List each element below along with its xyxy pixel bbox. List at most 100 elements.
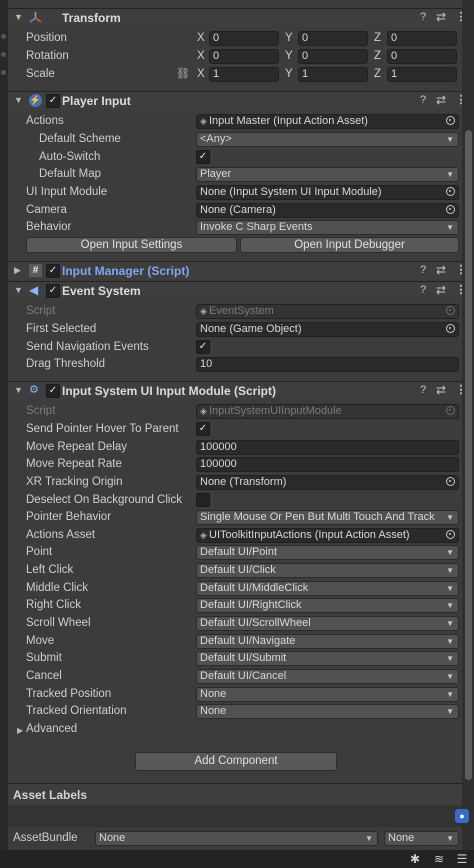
send-pointer-hover-label: Send Pointer Hover To Parent — [26, 423, 179, 435]
scrollbar-thumb[interactable] — [465, 130, 472, 780]
preset-icon[interactable]: ⇄ — [434, 383, 448, 397]
cache-server-icon[interactable]: ☰ — [455, 852, 469, 866]
component-enabled-checkbox[interactable]: ✓ — [46, 384, 60, 398]
rotation-z-label[interactable]: Z — [374, 50, 381, 62]
help-icon[interactable]: ? — [416, 93, 430, 107]
left-click-dropdown[interactable]: Default UI/Click ▼ — [196, 563, 459, 578]
first-selected-field[interactable]: None (Game Object) — [196, 322, 459, 337]
point-dropdown[interactable]: Default UI/Point ▼ — [196, 545, 459, 560]
advanced-foldout-label[interactable]: Advanced — [26, 723, 77, 735]
tracked-position-dropdown[interactable]: None ▼ — [196, 687, 459, 702]
tracked-orientation-dropdown[interactable]: None ▼ — [196, 704, 459, 719]
component-enabled-checkbox[interactable]: ✓ — [46, 284, 60, 298]
open-input-settings-button[interactable]: Open Input Settings — [26, 237, 237, 253]
foldout-arrow-icon[interactable]: ▼ — [14, 12, 23, 22]
position-y-field[interactable]: 0 — [298, 31, 368, 46]
kebab-menu-icon[interactable]: ⋮ — [454, 383, 468, 397]
scale-y-label[interactable]: Y — [285, 68, 293, 80]
scroll-wheel-dropdown[interactable]: Default UI/ScrollWheel ▼ — [196, 616, 459, 631]
ui-input-module-value: None (Input System UI Input Module) — [200, 186, 382, 198]
object-picker-icon[interactable] — [446, 530, 455, 539]
object-picker-icon[interactable] — [446, 477, 455, 486]
rotation-x-label[interactable]: X — [197, 50, 205, 62]
ui-input-module-field[interactable]: None (Input System UI Input Module) — [196, 185, 459, 200]
script-field: ◈ InputSystemUIInputModule — [196, 404, 459, 419]
default-scheme-dropdown[interactable]: <Any> ▼ — [196, 132, 459, 147]
submit-dropdown[interactable]: Default UI/Submit ▼ — [196, 651, 459, 666]
advanced-foldout-icon[interactable]: ▶ — [17, 726, 23, 735]
input-manager-header[interactable]: ▶ # ✓ Input Manager (Script) ? ⇄ ⋮ — [8, 261, 467, 279]
send-navigation-checkbox[interactable]: ✓ — [196, 340, 210, 354]
position-z-field[interactable]: 0 — [387, 31, 457, 46]
position-x-field[interactable]: 0 — [209, 31, 279, 46]
send-pointer-hover-checkbox[interactable]: ✓ — [196, 422, 210, 436]
object-picker-icon[interactable] — [446, 324, 455, 333]
scale-x-field[interactable]: 1 — [209, 67, 279, 82]
kebab-menu-icon[interactable]: ⋮ — [454, 10, 468, 24]
behavior-dropdown[interactable]: Invoke C Sharp Events ▼ — [196, 220, 459, 235]
ui-input-module-header[interactable]: ▼ ⚙ ✓ Input System UI Input Module (Scri… — [8, 381, 467, 399]
deselect-background-checkbox[interactable] — [196, 493, 210, 507]
move-repeat-delay-field[interactable]: 100000 — [196, 440, 459, 455]
kebab-menu-icon[interactable]: ⋮ — [454, 283, 468, 297]
position-z-label[interactable]: Z — [374, 32, 381, 44]
open-input-debugger-button[interactable]: Open Input Debugger — [240, 237, 459, 253]
transform-header[interactable]: ▼ Transform ? ⇄ ⋮ — [8, 8, 467, 26]
event-system-header[interactable]: ▼ ◀︎ ✓ Event System ? ⇄ ⋮ — [8, 281, 467, 299]
default-map-dropdown[interactable]: Player ▼ — [196, 167, 459, 182]
asset-bundle-dropdown[interactable]: None ▼ — [95, 831, 378, 846]
actions-object-field[interactable]: ◈ Input Master (Input Action Asset) — [196, 114, 459, 129]
right-click-dropdown[interactable]: Default UI/RightClick ▼ — [196, 598, 459, 613]
rotation-z-field[interactable]: 0 — [387, 49, 457, 64]
preset-icon[interactable]: ⇄ — [434, 283, 448, 297]
left-click-label: Left Click — [26, 564, 74, 576]
object-picker-icon[interactable] — [446, 205, 455, 214]
constrain-link-icon[interactable]: ⛓ — [176, 67, 190, 80]
rotation-y-field[interactable]: 0 — [298, 49, 368, 64]
object-picker-icon[interactable] — [446, 187, 455, 196]
scale-x-label[interactable]: X — [197, 68, 205, 80]
actions-asset-field[interactable]: ◈ UIToolkitInputActions (Input Action Ass… — [196, 528, 459, 543]
add-component-button[interactable]: Add Component — [135, 752, 337, 771]
foldout-arrow-icon[interactable]: ▼ — [14, 285, 23, 295]
layers-icon[interactable]: ≋ — [432, 852, 446, 866]
rotation-y-label[interactable]: Y — [285, 50, 293, 62]
foldout-arrow-icon[interactable]: ▼ — [14, 385, 23, 395]
help-icon[interactable]: ? — [416, 10, 430, 24]
xr-tracking-origin-field[interactable]: None (Transform) — [196, 475, 459, 490]
asset-variant-dropdown[interactable]: None ▼ — [384, 831, 459, 846]
foldout-arrow-icon[interactable]: ▶ — [14, 265, 21, 276]
camera-field[interactable]: None (Camera) — [196, 203, 459, 218]
player-input-header[interactable]: ▼ ⚡ ✓ Player Input ? ⇄ ⋮ — [8, 91, 467, 109]
position-y-label[interactable]: Y — [285, 32, 293, 44]
auto-switch-checkbox[interactable]: ✓ — [196, 150, 210, 164]
scale-y-field[interactable]: 1 — [298, 67, 368, 82]
kebab-menu-icon[interactable]: ⋮ — [454, 93, 468, 107]
foldout-arrow-icon[interactable]: ▼ — [14, 95, 23, 105]
position-x-label[interactable]: X — [197, 32, 205, 44]
help-icon[interactable]: ? — [416, 283, 430, 297]
component-title[interactable]: Input Manager (Script) — [62, 264, 189, 278]
rotation-x-field[interactable]: 0 — [209, 49, 279, 64]
preset-icon[interactable]: ⇄ — [434, 93, 448, 107]
scale-z-label[interactable]: Z — [374, 68, 381, 80]
move-repeat-rate-field[interactable]: 100000 — [196, 457, 459, 472]
kebab-menu-icon[interactable]: ⋮ — [454, 263, 468, 277]
bug-icon[interactable]: ✱ — [408, 852, 422, 866]
component-enabled-checkbox[interactable]: ✓ — [46, 264, 60, 278]
drag-threshold-field[interactable]: 10 — [196, 357, 459, 372]
component-title: Input System UI Input Module (Script) — [62, 384, 276, 398]
preset-icon[interactable]: ⇄ — [434, 263, 448, 277]
player-input-icon: ⚡ — [29, 94, 42, 107]
move-dropdown[interactable]: Default UI/Navigate ▼ — [196, 634, 459, 649]
preset-icon[interactable]: ⇄ — [434, 10, 448, 24]
component-enabled-checkbox[interactable]: ✓ — [46, 94, 60, 108]
object-picker-icon[interactable] — [446, 116, 455, 125]
tag-icon[interactable]: ● — [455, 809, 469, 823]
cancel-dropdown[interactable]: Default UI/Cancel ▼ — [196, 669, 459, 684]
middle-click-dropdown[interactable]: Default UI/MiddleClick ▼ — [196, 581, 459, 596]
pointer-behavior-dropdown[interactable]: Single Mouse Or Pen But Multi Touch And … — [196, 510, 459, 525]
help-icon[interactable]: ? — [416, 383, 430, 397]
scale-z-field[interactable]: 1 — [387, 67, 457, 82]
help-icon[interactable]: ? — [416, 263, 430, 277]
